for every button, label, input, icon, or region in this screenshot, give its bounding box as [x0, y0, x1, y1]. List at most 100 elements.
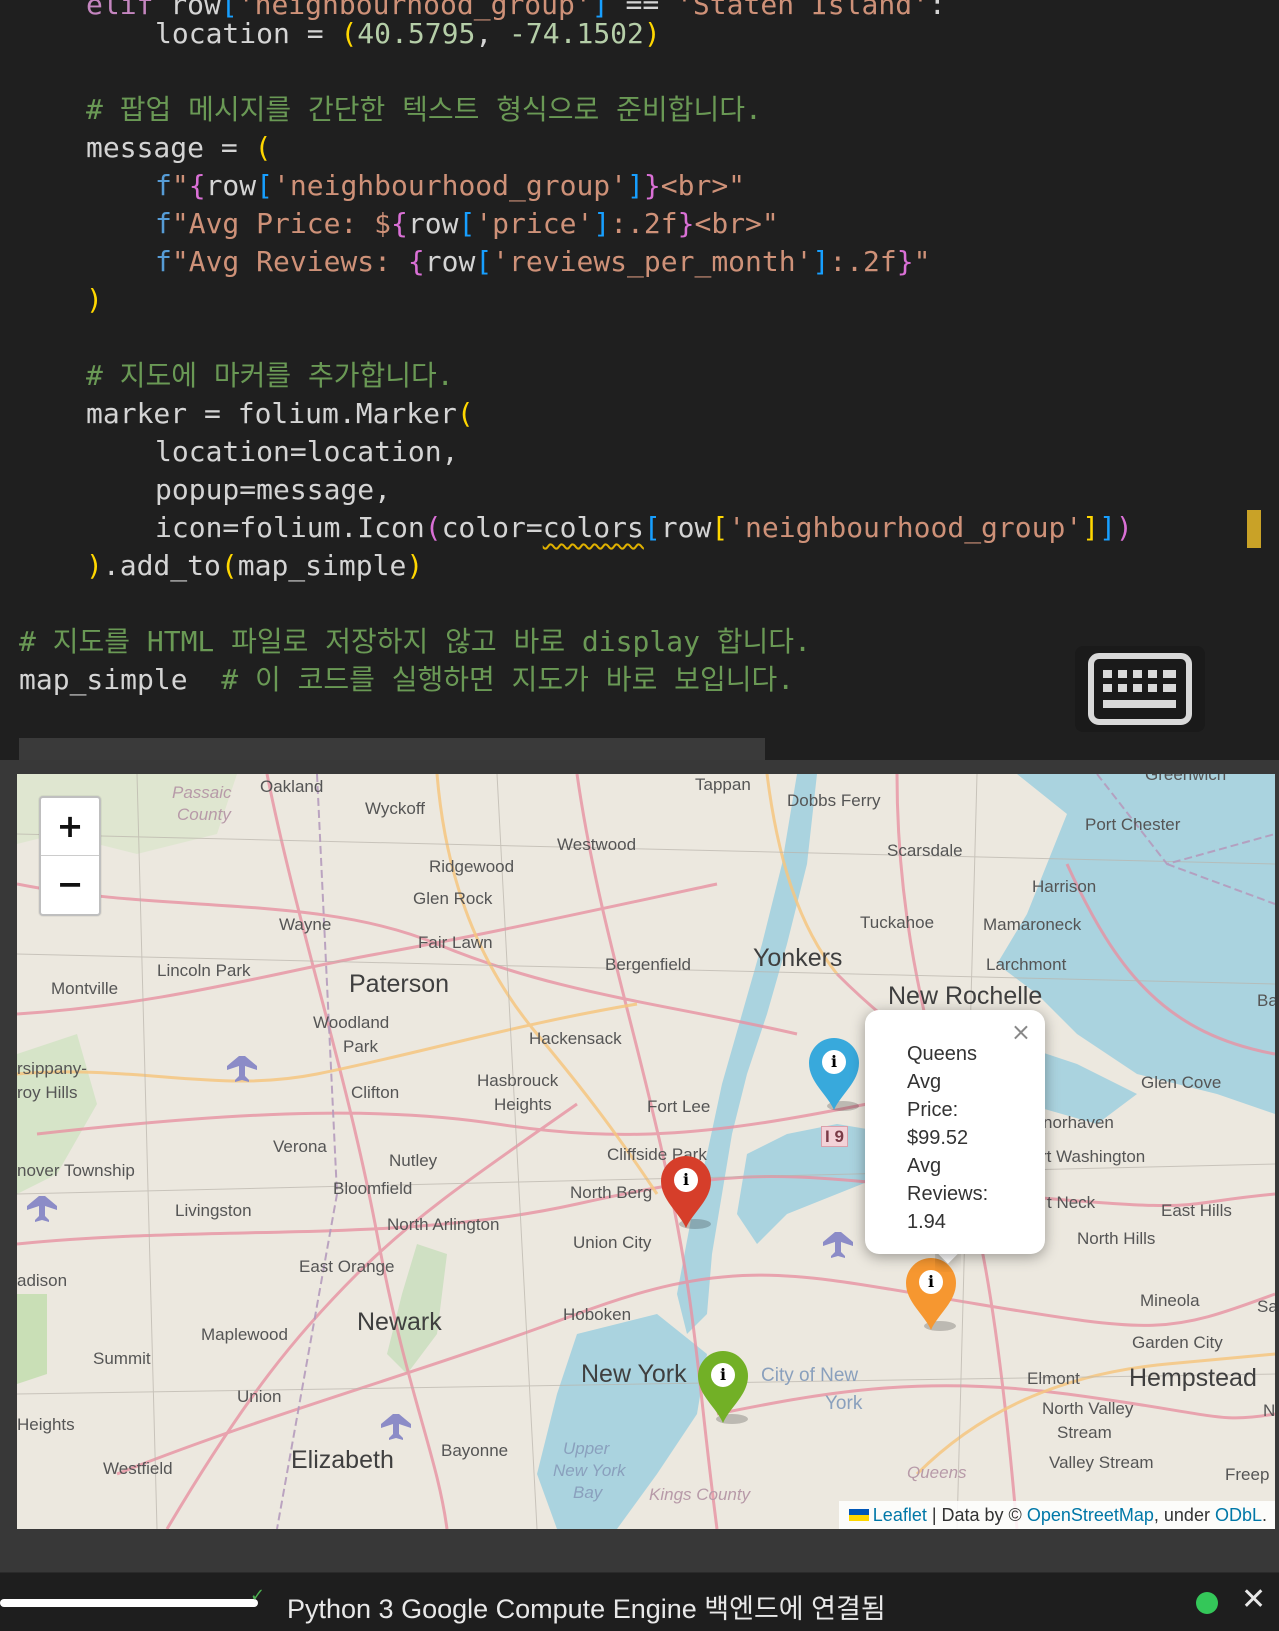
map-label-new-york: New York [581, 1360, 687, 1388]
code-line-fstring-price: f"Avg Price: ${row['price']:.2f}<br>" [155, 207, 779, 240]
map-label-livingston: Livingston [175, 1201, 252, 1220]
popup-reviews-label-2: Reviews: [907, 1183, 989, 1205]
map-label-great-neck: t Neck [1047, 1193, 1096, 1212]
map-label-harrison: Harrison [1032, 877, 1097, 896]
connection-status-text: Python 3 Google Compute Engine 백엔드에 연결됨 [287, 1594, 886, 1624]
map-label-oakland: Oakland [260, 777, 324, 796]
map-label-ridgewood: Ridgewood [429, 857, 515, 876]
map-label-garden-city: Garden City [1132, 1333, 1223, 1352]
map-label-east-hills: East Hills [1161, 1201, 1232, 1220]
map-label-clifton: Clifton [351, 1083, 400, 1102]
map-marker-manhattan[interactable]: i [657, 1154, 715, 1230]
map-label-newark: Newark [357, 1308, 442, 1336]
map-label-hasbrouck: Hasbrouck [477, 1071, 559, 1090]
map-label-union-city: Union City [573, 1233, 652, 1252]
ukraine-flag-icon [848, 1509, 869, 1522]
map-label-paterson: Paterson [349, 970, 450, 998]
map-label-bayonne: Bayonne [441, 1441, 509, 1460]
info-icon: i [711, 1363, 735, 1387]
status-bar: ✓ Python 3 Google Compute Engine 백엔드에 연결… [0, 1572, 1279, 1631]
map-label-freeport: Freep [1225, 1465, 1270, 1484]
zoom-out-button[interactable]: − [41, 856, 99, 914]
map-label-mineola: Mineola [1140, 1291, 1200, 1310]
map-label-maplewood: Maplewood [201, 1325, 288, 1344]
map-label-larchmont: Larchmont [986, 955, 1067, 974]
info-icon: i [822, 1050, 846, 1074]
map-label-bloomfield: Bloomfield [333, 1179, 413, 1198]
code-line-marker: marker = folium.Marker( [86, 397, 474, 430]
map-label-bay: Bay [573, 1483, 603, 1502]
output-horizontal-scrollbar[interactable] [19, 738, 765, 760]
popup-group: Queens [907, 1043, 978, 1065]
map-label-wyckoff: Wyckoff [365, 799, 425, 818]
map-label-westfield: Westfield [103, 1459, 173, 1478]
map-label-verona: Verona [273, 1137, 327, 1156]
map-label-york: York [825, 1393, 863, 1414]
map-label-manorhaven: norhaven [1043, 1113, 1114, 1132]
map-label-north-hills: North Hills [1077, 1229, 1156, 1248]
map-label-nutley: Nutley [389, 1151, 438, 1170]
leaflet-link[interactable]: Leaflet [873, 1505, 927, 1525]
map-label-ba: Ba [1257, 991, 1275, 1010]
zoom-control: + − [39, 796, 101, 916]
keyboard-button[interactable] [1075, 646, 1205, 732]
popup-content: Queens Avg Price: $99.52 Avg Reviews: 1.… [907, 1040, 1017, 1236]
map-label-fort-lee: Fort Lee [647, 1097, 711, 1116]
map-label-stream: Stream [1057, 1423, 1112, 1442]
map-attribution: Leaflet | Data by © OpenStreetMap, under… [838, 1501, 1275, 1529]
map-label-glen-rock: Glen Rock [413, 889, 493, 908]
map-marker-brooklyn[interactable]: i [694, 1349, 752, 1425]
map-label-interstate: I 9 [821, 1126, 848, 1147]
map-label-heights-west: Heights [17, 1415, 75, 1434]
code-line-message: message = ( [86, 131, 272, 164]
map-pin-icon [809, 1038, 859, 1111]
marker-popup: × Queens Avg Price: $99.52 Avg Reviews: … [865, 1010, 1045, 1254]
connected-indicator-icon [1196, 1592, 1218, 1614]
map-label-passaic: Passaic [172, 783, 232, 802]
info-icon: i [674, 1168, 698, 1192]
map-label-greenwich: Greenwich [1145, 774, 1227, 784]
popup-reviews-value: 1.94 [907, 1211, 946, 1233]
map-label-westwood: Westwood [557, 835, 637, 854]
map-label-city-of-new: City of New [761, 1365, 859, 1386]
code-line-fstring-reviews: f"Avg Reviews: {row['reviews_per_month']… [155, 245, 931, 278]
odbl-link[interactable]: ODbL [1215, 1505, 1262, 1525]
close-icon[interactable]: ✕ [1241, 1585, 1266, 1615]
map-label-hempstead: Hempstead [1129, 1364, 1257, 1392]
code-line-location: location = (40.5795, -74.1502) [155, 17, 661, 50]
map-label-queens: Queens [907, 1463, 967, 1482]
check-icon: ✓ [250, 1585, 266, 1606]
map-label-port-washington: rt Washington [1041, 1147, 1146, 1166]
code-editor[interactable]: elif row['neighbourhood_group'] == 'Stat… [0, 0, 1279, 760]
code-line-map-simple: map_simple # 이 코드를 실행하면 지도가 바로 보입니다. [19, 663, 795, 696]
map-label-new-york-bay: New York [553, 1461, 626, 1480]
code-line-close-paren: ) [86, 283, 103, 316]
map-label-passaic-county: County [177, 805, 231, 824]
code-comment-popup: # 팝업 메시지를 간단한 텍스트 형식으로 준비합니다. [86, 93, 762, 126]
map-label-dobbs-ferry: Dobbs Ferry [787, 791, 881, 810]
map-label-north-bergen: North Berg [570, 1183, 653, 1202]
map-label-new-rochelle: New Rochelle [888, 982, 1043, 1010]
popup-price-label-2: Price: [907, 1099, 959, 1121]
code-comment-display: # 지도를 HTML 파일로 저장하지 않고 바로 display 합니다. [19, 625, 811, 658]
map-label-scarsdale: Scarsdale [887, 841, 963, 860]
code-line-fstring-group: f"{row['neighbourhood_group']}<br>" [155, 169, 746, 202]
map-marker-bronx[interactable]: i [805, 1036, 863, 1112]
map-label-montville: Montville [51, 979, 119, 998]
map-label-tappan: Tappan [695, 775, 751, 794]
leaflet-map[interactable]: Passaic County Oakland Wyckoff Tappan Do… [17, 774, 1275, 1529]
code-line-icon-arg: icon=folium.Icon(color=colors[row['neigh… [155, 511, 1133, 544]
popup-price-label: Avg [907, 1071, 942, 1093]
map-label-bergenfield: Bergenfield [605, 955, 692, 974]
map-label-yonkers: Yonkers [753, 944, 843, 972]
map-label-woodland-park: Park [343, 1037, 378, 1056]
openstreetmap-link[interactable]: OpenStreetMap [1027, 1505, 1154, 1525]
map-label-madison: adison [17, 1271, 68, 1290]
map-label-hasbrouck-heights: Heights [494, 1095, 552, 1114]
map-label-union: Union [237, 1387, 282, 1406]
zoom-in-button[interactable]: + [41, 798, 99, 856]
map-label-port-chester: Port Chester [1085, 815, 1181, 834]
popup-price-value: $99.52 [907, 1127, 969, 1149]
map-label-north-arlington: North Arlington [387, 1215, 500, 1234]
map-label-lincoln-park: Lincoln Park [157, 961, 251, 980]
